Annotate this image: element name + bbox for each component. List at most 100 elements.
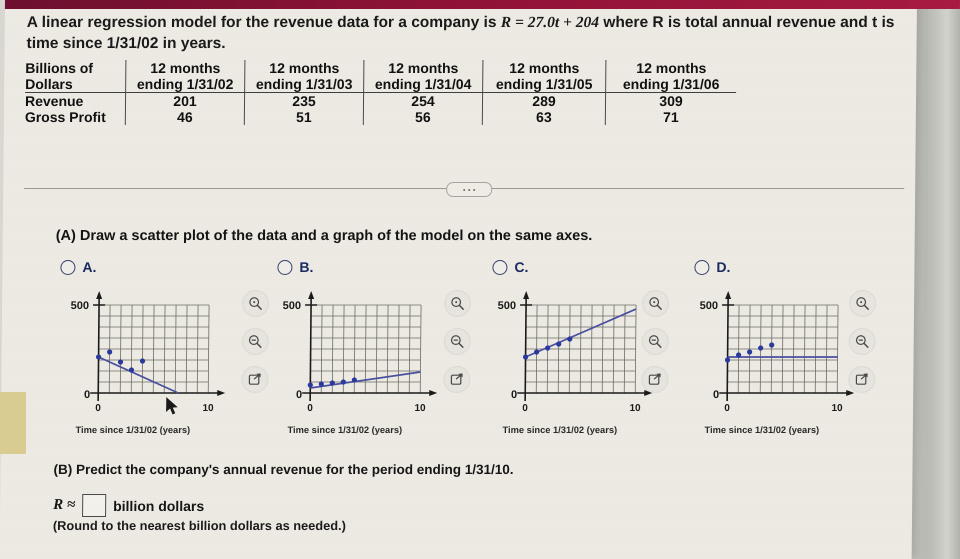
option-b-label: B. (299, 259, 314, 275)
svg-text:0: 0 (307, 403, 313, 414)
column-header-2-line1: 12 months (269, 60, 340, 76)
radio-option-c[interactable] (492, 259, 508, 275)
answer-units: billion dollars (113, 497, 205, 514)
r-approx-label: R ≈ (53, 497, 76, 513)
option-b-icon-column (443, 290, 474, 404)
table-row: Gross Profit 46 51 56 63 71 (24, 109, 736, 125)
row-label-gross-profit: Gross Profit (24, 109, 126, 125)
stem-text-before: A linear regression model for the revenu… (26, 14, 501, 31)
svg-text:10: 10 (831, 403, 843, 414)
option-d-graph[interactable]: 500 0 0 10 Time since 1/31/02 (years) (685, 283, 862, 441)
revenue-2002: 201 (125, 92, 245, 109)
open-in-new-window-icon[interactable] (443, 366, 471, 393)
zoom-out-icon[interactable] (848, 328, 876, 355)
option-d-icon-column (848, 290, 879, 404)
option-d-xaxis-label: Time since 1/31/02 (years) (704, 425, 820, 435)
svg-text:0: 0 (296, 389, 302, 401)
table-corner-header: Billions of Dollars (25, 60, 126, 93)
option-a-choice[interactable]: A. (60, 258, 97, 276)
gross-profit-2003: 51 (244, 109, 364, 125)
svg-text:0: 0 (522, 403, 528, 414)
problem-pane: A linear regression model for the revenu… (0, 0, 960, 559)
gross-profit-2002: 46 (125, 109, 245, 125)
option-d-choice[interactable]: D. (694, 258, 731, 276)
revenue-2004: 254 (363, 92, 483, 109)
svg-text:0: 0 (724, 403, 730, 414)
zoom-out-icon[interactable] (641, 328, 669, 355)
svg-text:0: 0 (84, 389, 90, 401)
column-header-1-line1: 12 months (150, 60, 221, 76)
table-row: Revenue 201 235 254 289 309 (24, 92, 736, 109)
ellipsis-dot (473, 188, 476, 191)
column-header-5-line1: 12 months (636, 60, 707, 76)
column-header-4: 12 months ending 1/31/05 (482, 60, 606, 93)
option-d-label: D. (716, 259, 731, 275)
gross-profit-2006: 71 (663, 109, 679, 125)
option-b-xaxis-label: Time since 1/31/02 (years) (287, 425, 403, 435)
column-header-4-line1: 12 months (509, 60, 580, 76)
revenue-2003: 235 (244, 92, 364, 109)
svg-text:500: 500 (700, 300, 718, 312)
open-in-new-window-icon[interactable] (848, 366, 876, 393)
open-in-new-window-icon[interactable] (641, 366, 669, 393)
zoom-out-icon[interactable] (241, 328, 269, 355)
zoom-in-icon[interactable] (443, 290, 472, 317)
option-c-graph[interactable]: 500 0 0 10 Time since 1/31/02 (years) (483, 283, 660, 441)
row-label-revenue: Revenue (24, 92, 126, 109)
more-options-icon[interactable] (446, 182, 493, 197)
part-b-prompt: (B) Predict the company's annual revenue… (53, 462, 514, 477)
zoom-in-icon[interactable] (641, 290, 670, 317)
column-header-2: 12 months ending 1/31/03 (244, 60, 364, 93)
app-accent-band (0, 0, 960, 9)
svg-text:500: 500 (283, 300, 301, 312)
open-in-new-window-icon[interactable] (241, 366, 269, 393)
zoom-out-icon[interactable] (443, 328, 471, 355)
pane-left-edge (0, 0, 5, 559)
column-header-1: 12 months ending 1/31/02 (125, 60, 245, 93)
svg-text:0: 0 (511, 389, 517, 401)
column-header-5-line2: ending 1/31/06 (622, 76, 720, 92)
radio-option-d[interactable] (694, 259, 710, 275)
revenue-answer-input[interactable] (82, 494, 107, 517)
option-a-label: A. (82, 259, 97, 275)
graph-a-svg: 500 0 0 10 (71, 291, 226, 414)
radio-option-a[interactable] (60, 259, 76, 275)
table-header-row: Billions of Dollars 12 months ending 1/3… (25, 60, 737, 93)
revenue-2005: 289 (482, 92, 606, 109)
screen-surface: A linear regression model for the revenu… (0, 0, 960, 559)
zoom-in-icon[interactable] (848, 290, 877, 317)
zoom-in-icon[interactable] (241, 290, 270, 317)
problem-statement: A linear regression model for the revenu… (26, 12, 901, 54)
option-c-choice[interactable]: C. (492, 258, 529, 276)
option-b-graph[interactable]: 500 0 0 10 Time since 1/31/02 (years) (268, 283, 445, 441)
graph-d-svg: 500 0 0 10 (700, 291, 855, 414)
svg-text:0: 0 (95, 403, 101, 414)
rounding-note: (Round to the nearest billion dollars as… (52, 518, 346, 533)
graph-c-svg: 500 0 0 10 (498, 291, 653, 414)
column-header-5: 12 months ending 1/31/06 (605, 60, 737, 93)
radio-option-b[interactable] (277, 259, 293, 275)
gross-profit-2005: 63 (482, 109, 606, 125)
column-header-3-line2: ending 1/31/04 (374, 76, 472, 92)
option-c-icon-column (641, 290, 672, 404)
svg-text:10: 10 (414, 403, 426, 414)
photo-background: A linear regression model for the revenu… (0, 0, 960, 559)
column-header-3-line1: 12 months (388, 60, 459, 76)
data-table-wrapper: Billions of Dollars 12 months ending 1/3… (24, 60, 756, 125)
revenue-2006: 309 (659, 93, 683, 109)
option-c-xaxis-label: Time since 1/31/02 (years) (502, 425, 618, 435)
svg-text:500: 500 (71, 300, 89, 312)
option-a-graph[interactable]: 500 0 0 10 Time since 1/31/02 (years) (56, 283, 233, 441)
svg-text:10: 10 (629, 403, 641, 414)
ellipsis-dot (463, 188, 466, 191)
corner-line-2: Dollars (25, 76, 73, 92)
graph-b-svg: 500 0 0 10 (283, 291, 438, 414)
ellipsis-dot (468, 188, 471, 191)
part-a-prompt: (A) Draw a scatter plot of the data and … (55, 228, 593, 244)
column-header-1-line2: ending 1/31/02 (136, 76, 234, 92)
option-b-choice[interactable]: B. (277, 258, 314, 276)
column-header-3: 12 months ending 1/31/04 (363, 60, 483, 93)
left-reflection-patch (0, 392, 26, 454)
column-header-2-line2: ending 1/31/03 (255, 76, 353, 92)
option-c-label: C. (514, 259, 529, 275)
